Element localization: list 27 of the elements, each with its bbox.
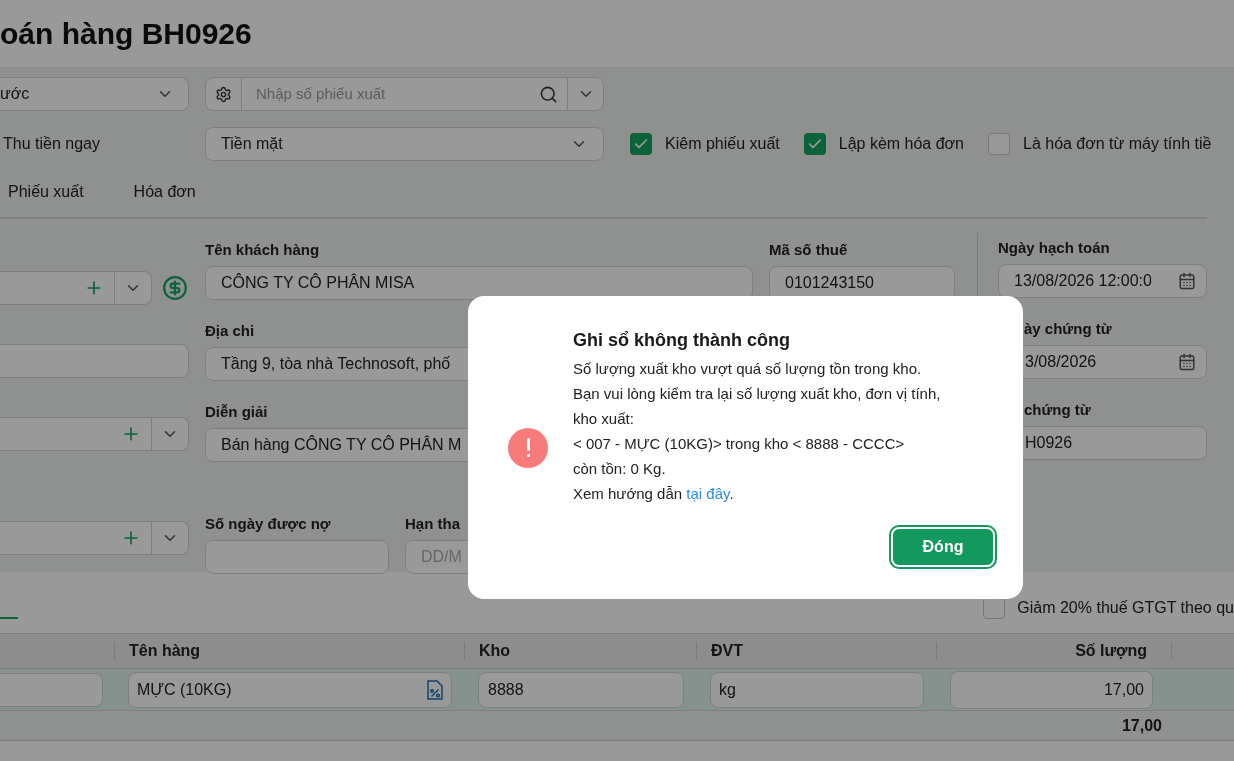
field-label: Hạn tha [405,515,460,533]
field-label: Mã số thuế [769,241,848,259]
dialog-message: Bạn vui lòng kiểm tra lại số lượng xuất kho, đơn vị tính, [573,384,942,404]
dialog-message: Xem hướng dẫn tại đây. [573,484,735,504]
column-header: Kho [479,641,511,661]
field-label: Ngày hạch toán [998,239,1110,257]
column-header: Tên hàng [129,641,201,661]
dialog-message: Số lượng xuất kho vượt quá số lượng tồn trong kho. [573,359,923,379]
column-header: ĐVT [711,641,743,661]
payment-label: Thu tiền ngay [2,134,101,154]
checkbox-label: Là hóa đơn từ máy tính tiề [1023,134,1212,154]
field-label: Số ngày được nợ [205,515,331,533]
checkbox-label: Lập kèm hóa đơn [838,134,964,154]
dialog-message: < 007 - MỰC (10KG)> trong kho < 8888 - CCCC> [573,434,906,454]
checkbox-label: Kiêm phiếu xuất [665,134,780,154]
dialog-message: kho xuất: [573,409,635,429]
field-label: Diễn giải [205,403,268,421]
field-label: ày chứng từ [1023,320,1112,338]
column-header: Số lượng [1075,641,1147,661]
field-label: chứng từ [1023,401,1091,419]
checkbox-label: Giảm 20% thuế GTGT theo qu [1017,597,1234,618]
total-quantity: 17,00 [1120,715,1162,736]
page-title: oán hàng BH0926 [0,16,252,52]
dialog-title: Ghi sổ không thành công [573,329,791,351]
field-label: Địa chi [205,322,255,340]
field-label: Tên khách hàng [205,241,320,259]
dialog-message: còn tồn: 0 Kg. [573,459,667,479]
